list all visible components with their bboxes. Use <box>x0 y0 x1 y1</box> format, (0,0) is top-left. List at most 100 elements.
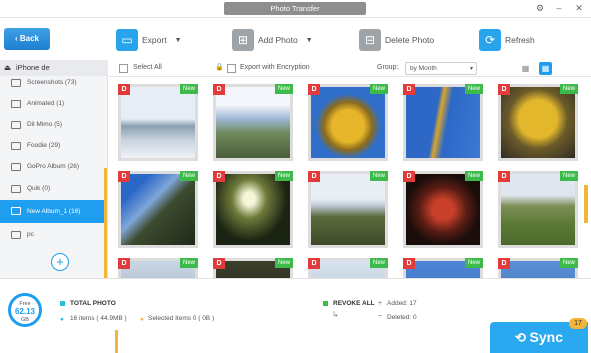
photo-thumbnail[interactable]: D New <box>308 258 388 278</box>
settings-gear-icon[interactable]: ⚙ <box>534 2 546 14</box>
new-badge: New <box>560 84 578 94</box>
back-button[interactable]: ‹ Back <box>4 28 50 50</box>
sidebar-item-label: New Album_1 (16) <box>27 208 81 215</box>
sidebar-item-screenshots[interactable]: Screenshots (73) <box>0 72 104 94</box>
delete-photo-label: Delete Photo <box>385 35 435 45</box>
device-badge: D <box>403 84 415 95</box>
refresh-label: Refresh <box>505 35 535 45</box>
sidebar-item-pc[interactable]: pc <box>0 224 104 246</box>
new-badge: New <box>370 84 388 94</box>
total-photo-marker-icon <box>60 301 65 306</box>
device-badge: D <box>403 171 415 182</box>
photo-thumbnail[interactable]: D New <box>403 171 483 248</box>
new-badge: New <box>465 258 483 268</box>
sidebar-item-label: Quik (0) <box>27 185 51 192</box>
close-icon[interactable]: ✕ <box>573 2 585 14</box>
select-all-checkbox[interactable] <box>119 64 128 73</box>
group-label: Group: <box>377 64 399 71</box>
album-sidebar: ⏏ iPhone de Screenshots (73) Animated (1… <box>0 60 108 278</box>
export-monitor-icon: ▭ <box>116 29 138 51</box>
album-icon <box>11 231 21 239</box>
delete-photo-icon: ⊟ <box>359 29 381 51</box>
large-grid-view-icon[interactable]: ▦ <box>519 62 532 75</box>
new-badge: New <box>180 84 198 94</box>
new-badge: New <box>180 258 198 268</box>
new-badge: New <box>275 84 293 94</box>
photo-thumbnail[interactable]: D New <box>403 84 483 161</box>
delete-photo-button[interactable]: ⊟ Delete Photo <box>359 26 434 54</box>
sidebar-item-label: Dil Mimo (5) <box>27 121 63 128</box>
add-photo-dropdown-caret-icon[interactable]: ▼ <box>306 37 313 44</box>
animated-icon <box>11 100 21 108</box>
export-encryption-label: Export with Encryption <box>240 64 310 71</box>
add-album-button[interactable]: + <box>51 253 69 271</box>
photo-thumbnail[interactable]: D New <box>308 171 388 248</box>
photo-thumbnail[interactable]: D New <box>118 171 198 248</box>
album-icon <box>11 185 21 193</box>
sidebar-scrollbar[interactable] <box>104 168 107 278</box>
new-badge: New <box>370 258 388 268</box>
photo-grid: D New D New D New D New D New D New D Ne… <box>109 78 583 278</box>
refresh-icon: ⟳ <box>479 29 501 51</box>
photo-thumbnail[interactable]: D New <box>213 84 293 161</box>
new-badge: New <box>275 171 293 181</box>
footer-handle <box>115 330 118 353</box>
add-photo-icon: ⊞ <box>232 29 254 51</box>
photo-thumbnail[interactable]: D New <box>498 171 578 248</box>
added-plus-icon: + <box>378 300 383 307</box>
photo-thumbnail[interactable]: D New <box>118 258 198 278</box>
sidebar-item-dil-mimo[interactable]: Dil Mimo (5) <box>0 114 104 136</box>
grid-scrollbar[interactable] <box>584 185 588 223</box>
photo-thumbnail[interactable]: D New <box>118 84 198 161</box>
sidebar-item-quik[interactable]: Quik (0) <box>0 178 104 200</box>
device-badge: D <box>403 258 415 269</box>
title-bar: Photo Transfer ⚙ – ✕ <box>0 0 591 18</box>
photo-thumbnail[interactable]: D New <box>213 258 293 278</box>
revoke-arrow-icon: ↳ <box>332 310 339 319</box>
refresh-button[interactable]: ⟳ Refresh <box>479 26 535 54</box>
device-badge: D <box>308 171 320 182</box>
add-photo-label: Add Photo <box>258 35 298 45</box>
small-grid-view-icon[interactable]: ▦ <box>539 62 552 75</box>
export-button[interactable]: ▭ Export ▼ <box>116 26 182 54</box>
new-badge: New <box>370 171 388 181</box>
total-photo-label: TOTAL PHOTO <box>70 300 116 307</box>
export-encryption-checkbox[interactable] <box>227 64 236 73</box>
device-badge: D <box>118 258 130 269</box>
filter-bar: Select All 🔒 Export with Encryption Grou… <box>109 60 591 77</box>
device-badge: D <box>118 171 130 182</box>
sidebar-item-foodie[interactable]: Foodie (29) <box>0 135 104 157</box>
screenshots-icon <box>11 79 21 87</box>
group-select[interactable]: by Month ▾ <box>405 62 477 75</box>
sidebar-item-label: Foodie (29) <box>27 142 61 149</box>
minimize-icon[interactable]: – <box>553 2 565 14</box>
total-items-text: 16 items ( 44.9MB ) <box>70 315 127 322</box>
album-icon <box>11 207 21 215</box>
photo-thumbnail[interactable]: D New <box>308 84 388 161</box>
selected-items-text: Selected Items 0 ( 0B ) <box>148 315 215 322</box>
photo-thumbnail[interactable]: D New <box>403 258 483 278</box>
export-label: Export <box>142 35 167 45</box>
chevron-down-icon: ▾ <box>469 66 473 72</box>
photo-thumbnail[interactable]: D New <box>498 258 578 278</box>
lock-icon: 🔒 <box>215 64 224 71</box>
export-dropdown-caret-icon[interactable]: ▼ <box>175 37 182 44</box>
sync-icon: ⟲ <box>515 330 530 345</box>
storage-ring: Free 62.13 GB <box>8 293 42 327</box>
sidebar-item-label: Screenshots (73) <box>27 79 77 86</box>
storage-unit: GB <box>21 317 29 323</box>
photo-thumbnail[interactable]: D New <box>498 84 578 161</box>
revoke-all-button[interactable]: REVOKE ALL <box>333 300 375 307</box>
device-badge: D <box>498 84 510 95</box>
sidebar-item-new-album-1[interactable]: New Album_1 (16) <box>0 200 104 223</box>
group-select-value: by Month <box>410 65 437 72</box>
deleted-count: Deleted: 0 <box>387 314 417 321</box>
sync-label: Sync <box>529 329 563 345</box>
photo-thumbnail[interactable]: D New <box>213 171 293 248</box>
sidebar-item-gopro-album[interactable]: GoPro Album (26) <box>0 156 104 178</box>
items-dot-icon: ● <box>60 316 64 323</box>
device-badge: D <box>498 258 510 269</box>
add-photo-button[interactable]: ⊞ Add Photo ▼ <box>232 26 313 54</box>
add-album-plus: + <box>56 254 64 269</box>
sidebar-item-animated[interactable]: Animated (1) <box>0 93 104 115</box>
